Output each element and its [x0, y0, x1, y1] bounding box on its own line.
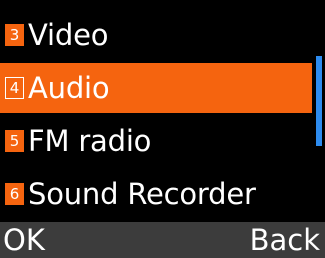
menu-item-video[interactable]: 3 Video [0, 10, 312, 60]
number-badge: 6 [5, 183, 24, 205]
scrollbar[interactable] [316, 56, 322, 146]
menu-item-audio[interactable]: 4 Audio [0, 63, 312, 113]
number-badge: 4 [5, 77, 24, 99]
menu-item-label: Video [28, 18, 109, 52]
menu-item-label: Sound Recorder [28, 177, 256, 211]
menu-item-label: FM radio [28, 124, 152, 158]
menu-item-label: Audio [28, 71, 110, 105]
number-badge: 5 [5, 130, 24, 152]
menu-screen: 3 Video 4 Audio 5 FM radio 6 Sound Recor… [0, 0, 325, 258]
back-softkey[interactable]: Back [250, 222, 320, 258]
menu-item-fm-radio[interactable]: 5 FM radio [0, 116, 312, 166]
number-badge: 3 [5, 24, 24, 46]
menu-item-sound-recorder[interactable]: 6 Sound Recorder [0, 169, 312, 219]
ok-softkey[interactable]: OK [3, 222, 45, 258]
softkey-bar: OK Back [0, 222, 325, 258]
